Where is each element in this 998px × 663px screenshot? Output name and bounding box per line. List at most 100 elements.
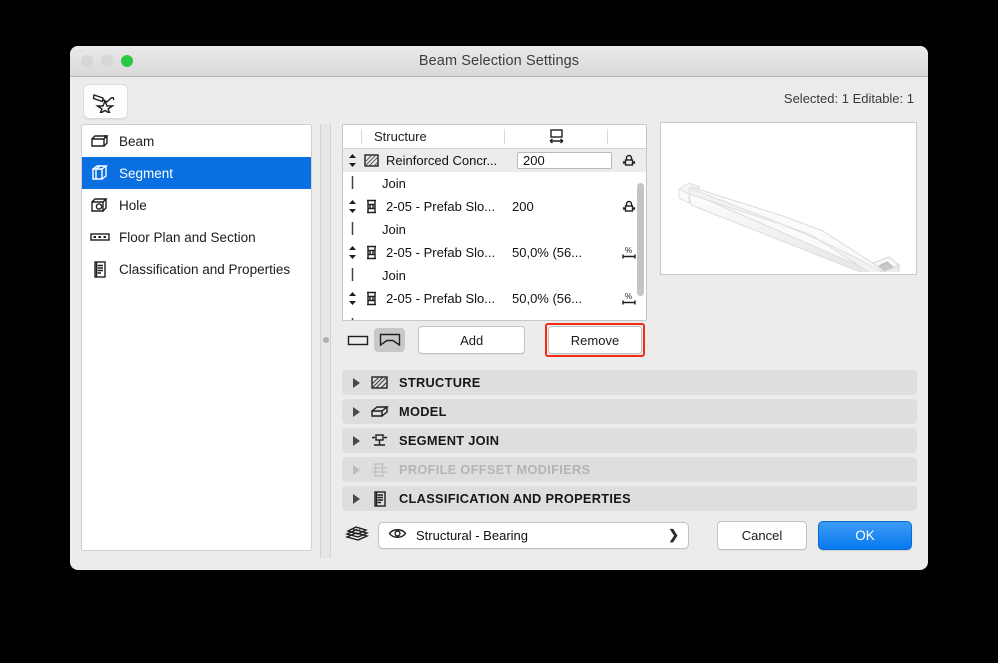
row-width-value[interactable]: 200: [517, 152, 612, 169]
table-row[interactable]: 2-05 - Prefab Slo... 50,0% (56... %: [343, 241, 646, 264]
reorder-handle-icon[interactable]: [343, 154, 361, 167]
table-row[interactable]: Join: [343, 264, 646, 287]
sidebar-item-segment[interactable]: Segment: [82, 157, 311, 189]
section-label: SEGMENT JOIN: [399, 433, 500, 448]
width-dimension-icon: [505, 128, 607, 145]
structure-list[interactable]: Structure Reinforced Concr... 200 Join 2…: [342, 124, 647, 321]
settings-navigation: Beam Segment Hole Floor Plan and Section…: [81, 124, 312, 551]
section-profile-offset-modifiers: PROFILE OFFSET MODIFIERS: [342, 457, 917, 482]
table-row[interactable]: Reinforced Concr... 200: [343, 149, 646, 172]
i-beam-icon: [361, 245, 382, 260]
table-row[interactable]: 2-05 - Prefab Slo... 200: [343, 195, 646, 218]
remove-button-highlight: Remove: [545, 323, 646, 357]
model-box-icon: [370, 402, 389, 421]
section-label: MODEL: [399, 404, 447, 419]
structure-rows: Reinforced Concr... 200 Join 2-05 - Pref…: [343, 149, 646, 320]
panel-splitter[interactable]: [320, 124, 331, 558]
section-classification-and-properties[interactable]: CLASSIFICATION AND PROPERTIES: [342, 486, 917, 511]
sidebar-item-hole[interactable]: Hole: [82, 189, 311, 221]
section-structure[interactable]: STRUCTURE: [342, 370, 917, 395]
hatched-concrete-icon: [361, 153, 382, 168]
add-button[interactable]: Add: [418, 326, 526, 354]
chevron-right-icon[interactable]: [353, 406, 360, 417]
beam-icon: [90, 131, 110, 151]
document-list-icon: [370, 489, 389, 508]
structure-list-header: Structure: [343, 125, 646, 149]
row-name: Reinforced Concr...: [386, 153, 498, 168]
cancel-button[interactable]: Cancel: [717, 520, 807, 550]
segment-join-icon: [370, 431, 389, 450]
splitter-grip[interactable]: [323, 337, 329, 343]
remove-button[interactable]: Remove: [548, 326, 643, 354]
row-width-value[interactable]: 50,0% (56...: [512, 291, 612, 306]
collapsible-sections: STRUCTURE MODEL SEGMENT JOIN PROFILE OFF…: [342, 370, 917, 515]
sidebar-item-label: Segment: [119, 165, 174, 181]
section-model[interactable]: MODEL: [342, 399, 917, 424]
layer-value: Structural - Bearing: [416, 527, 528, 543]
ok-button[interactable]: OK: [818, 520, 912, 550]
sidebar-item-beam[interactable]: Beam: [82, 125, 311, 157]
i-beam-icon: [361, 199, 382, 214]
sidebar-item-label: Beam: [119, 133, 155, 149]
eye-icon[interactable]: [388, 527, 407, 543]
header-divider: [607, 129, 608, 144]
chevron-right-icon[interactable]: [353, 493, 360, 504]
toolbar: Selected: 1 Editable: 1: [70, 77, 928, 124]
i-beam-icon: [361, 291, 382, 306]
row-name: 2-05 - Prefab Slo...: [386, 291, 496, 306]
svg-text:%: %: [625, 292, 632, 301]
window-title: Beam Selection Settings: [418, 53, 580, 69]
section-label: PROFILE OFFSET MODIFIERS: [399, 462, 591, 477]
section-label: CLASSIFICATION AND PROPERTIES: [399, 491, 631, 506]
segment-cube-icon: [90, 163, 110, 183]
header-structure-label: Structure: [374, 129, 427, 144]
chevron-right-icon[interactable]: [353, 377, 360, 388]
chevron-right-icon[interactable]: ❯: [668, 527, 679, 543]
sidebar-item-floor-plan-and-section[interactable]: Floor Plan and Section: [82, 221, 311, 253]
reorder-handle-icon[interactable]: [343, 292, 361, 305]
section-segment-join[interactable]: SEGMENT JOIN: [342, 428, 917, 453]
join-connector-icon: [343, 267, 361, 285]
selection-status: Selected: 1 Editable: 1: [783, 91, 914, 106]
tapered-segment-icon[interactable]: [373, 328, 406, 352]
hole-icon: [90, 195, 110, 215]
header-handle-column: [343, 129, 362, 144]
beam-3d-preview[interactable]: [660, 122, 917, 282]
row-width-value[interactable]: 200: [512, 199, 612, 214]
row-width-value[interactable]: 50,0% (56...: [512, 245, 612, 260]
table-row-partial[interactable]: [343, 310, 646, 320]
row-name: 2-05 - Prefab Slo...: [386, 199, 496, 214]
row-name: 2-05 - Prefab Slo...: [386, 245, 496, 260]
sidebar-item-classification-and-properties[interactable]: Classification and Properties: [82, 253, 311, 285]
sidebar-item-label: Hole: [119, 197, 147, 213]
scrollbar-thumb[interactable]: [637, 183, 644, 296]
profile-offset-icon: [370, 460, 389, 479]
table-row[interactable]: Join: [343, 218, 646, 241]
table-row[interactable]: Join: [343, 172, 646, 195]
document-list-icon: [90, 259, 110, 279]
join-connector-icon: [343, 314, 361, 320]
layer-select[interactable]: Structural - Bearing ❯: [378, 521, 689, 549]
preview-frame: [656, 122, 917, 282]
dialog-body: Beam Segment Hole Floor Plan and Section…: [70, 122, 928, 570]
join-connector-icon: [343, 175, 361, 193]
straight-segment-icon[interactable]: [342, 328, 374, 352]
arrow-star-selection-icon[interactable]: [83, 84, 128, 119]
table-row[interactable]: 2-05 - Prefab Slo... 50,0% (56... %: [343, 287, 646, 310]
segment-actions: Add Remove: [342, 323, 646, 357]
row-name: Join: [382, 222, 406, 237]
reorder-handle-icon[interactable]: [343, 246, 361, 259]
dialog-footer: Structural - Bearing ❯ Cancel OK: [342, 519, 917, 551]
lock-icon[interactable]: [612, 153, 646, 168]
sidebar-item-label: Classification and Properties: [119, 261, 291, 277]
window-titlebar: Beam Selection Settings: [70, 46, 928, 77]
structure-list-scrollbar[interactable]: [637, 175, 644, 320]
chevron-right-icon[interactable]: [353, 435, 360, 446]
hatched-structure-icon: [370, 373, 389, 392]
floor-plan-icon: [90, 227, 110, 247]
reorder-handle-icon[interactable]: [343, 200, 361, 213]
chevron-right-icon: [353, 464, 360, 475]
svg-text:%: %: [625, 246, 632, 255]
section-label: STRUCTURE: [399, 375, 481, 390]
join-connector-icon: [343, 221, 361, 239]
